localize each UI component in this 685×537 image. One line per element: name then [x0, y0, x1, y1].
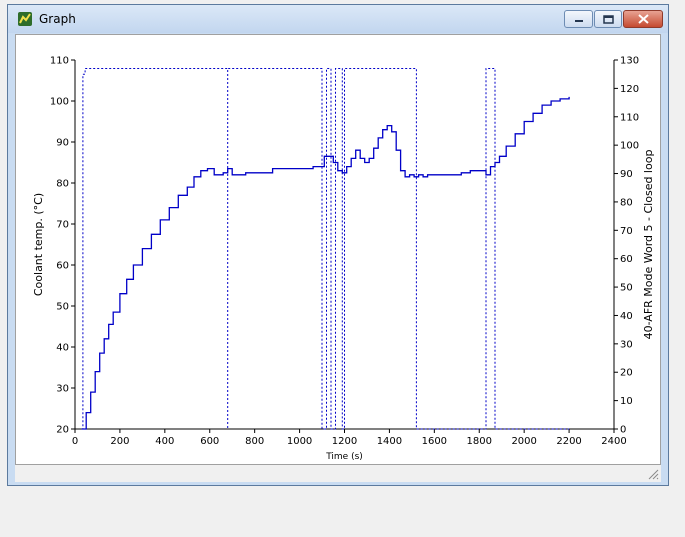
x-axis-label: Time (s) — [325, 452, 363, 462]
close-icon — [637, 14, 649, 24]
x-tick-label: 1800 — [467, 436, 492, 447]
minimize-button[interactable] — [564, 10, 593, 28]
x-tick-label: 400 — [155, 436, 174, 447]
left-y-tick-label: 90 — [56, 138, 69, 149]
right-y-tick-label: 120 — [620, 84, 639, 95]
x-tick-label: 1400 — [377, 436, 402, 447]
right-y-tick-label: 60 — [620, 254, 633, 265]
left-y-tick-label: 70 — [56, 220, 69, 231]
coolant-temp-series — [81, 96, 570, 430]
x-tick-label: 1000 — [287, 436, 312, 447]
x-tick-label: 1600 — [422, 436, 447, 447]
minimize-icon — [574, 20, 583, 22]
right-y-tick-label: 130 — [620, 56, 639, 67]
left-y-axis-label: Coolant temp. (°C) — [32, 193, 45, 296]
right-y-tick-label: 70 — [620, 226, 633, 237]
x-tick-label: 2000 — [511, 436, 536, 447]
right-y-axis-label: 40-AFR Mode Word 5 - Closed loop — [642, 150, 655, 340]
x-tick-label: 600 — [200, 436, 219, 447]
title-bar[interactable]: Graph — [8, 5, 668, 33]
x-tick-label: 800 — [245, 436, 264, 447]
left-y-tick-label: 60 — [56, 261, 69, 272]
right-y-tick-label: 90 — [620, 169, 633, 180]
window-title: Graph — [39, 12, 76, 26]
closed-loop-series — [81, 68, 570, 430]
right-y-tick-label: 10 — [620, 396, 633, 407]
left-y-tick-label: 80 — [56, 179, 69, 190]
right-y-tick-label: 0 — [620, 425, 626, 436]
resize-grip-icon[interactable] — [648, 469, 659, 480]
x-tick-label: 2400 — [601, 436, 626, 447]
x-tick-label: 200 — [110, 436, 129, 447]
status-bar — [15, 464, 661, 482]
x-tick-label: 1200 — [332, 436, 357, 447]
x-tick-label: 0 — [72, 436, 78, 447]
left-y-tick-label: 100 — [50, 97, 69, 108]
maximize-button[interactable] — [594, 10, 622, 28]
right-y-tick-label: 50 — [620, 283, 633, 294]
left-y-tick-label: 40 — [56, 343, 69, 354]
left-y-tick-label: 110 — [50, 56, 69, 67]
left-y-tick-label: 20 — [56, 425, 69, 436]
left-y-tick-label: 50 — [56, 302, 69, 313]
right-y-tick-label: 40 — [620, 311, 633, 322]
chart-area: 0 200 400 600 800 1000 1200 1400 1600 1800 2000 220… — [15, 34, 661, 481]
maximize-icon — [602, 14, 614, 24]
right-y-tick-label: 80 — [620, 197, 633, 208]
right-y-tick-label: 20 — [620, 368, 633, 379]
right-y-tick-label: 100 — [620, 141, 639, 152]
right-y-tick-label: 110 — [620, 112, 639, 123]
close-button[interactable] — [623, 10, 663, 28]
right-y-tick-label: 30 — [620, 339, 633, 350]
graph-window: Graph 0 200 400 600 800 1000 1200 1400 1600 1800 2… — [7, 4, 669, 486]
x-tick-label: 2200 — [556, 436, 581, 447]
left-y-tick-label: 30 — [56, 384, 69, 395]
graph-app-icon — [18, 12, 32, 26]
chart-canvas: 0 200 400 600 800 1000 1200 1400 1600 1800 2000 220… — [32, 56, 655, 463]
